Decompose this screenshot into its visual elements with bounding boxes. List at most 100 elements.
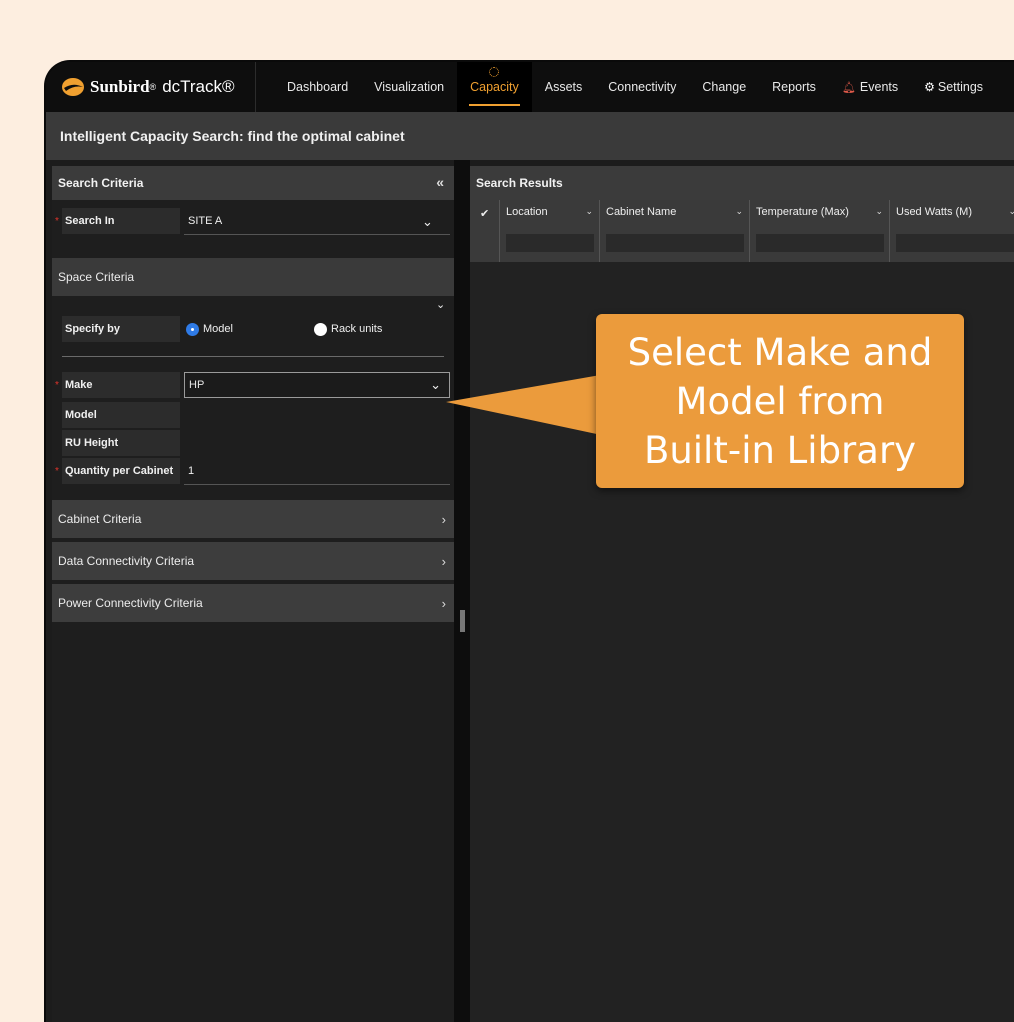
search-in-label: Search In (62, 208, 180, 234)
divider (184, 484, 450, 485)
cabinet-criteria-section[interactable]: Cabinet Criteria › (52, 500, 454, 538)
column-filter-input[interactable] (606, 234, 744, 252)
radio-selected-icon (186, 322, 199, 336)
radio-unselected-icon (314, 322, 327, 336)
nav-label: Settings (937, 80, 984, 94)
nav-visualization[interactable]: Visualization (361, 62, 457, 112)
panel-title: Search Criteria (58, 176, 144, 190)
nav-label: Events (859, 80, 899, 94)
nav-change[interactable]: Change (689, 62, 759, 112)
chevron-down-icon: ⌄ (735, 206, 743, 216)
column-filter-input[interactable] (756, 234, 884, 252)
main-nav: Dashboard Visualization Capacity Assets … (274, 62, 996, 112)
nav-events[interactable]: 🔔︎ Events (829, 62, 911, 112)
ru-height-label: RU Height (62, 430, 180, 456)
quantity-label: Quantity per Cabinet (62, 458, 180, 484)
make-value: HP (189, 379, 205, 391)
brand-reg: ® (149, 82, 157, 92)
model-row: Model (52, 402, 180, 428)
nav-label: Reports (772, 80, 816, 94)
sunbird-logo-icon (62, 78, 84, 96)
nav-connectivity[interactable]: Connectivity (595, 62, 689, 112)
nav-assets[interactable]: Assets (532, 62, 596, 112)
nav-dashboard[interactable]: Dashboard (274, 62, 361, 112)
column-title: Location (506, 206, 548, 218)
column-filter-input[interactable] (896, 234, 1014, 252)
space-criteria-section[interactable]: Space Criteria (52, 258, 454, 296)
column-location[interactable]: Location ⌄ (500, 200, 600, 262)
column-filter-input[interactable] (506, 234, 594, 252)
section-title: Cabinet Criteria (58, 512, 142, 526)
power-connectivity-section[interactable]: Power Connectivity Criteria › (52, 584, 454, 622)
callout-line: Built-in Library (643, 428, 917, 472)
section-title: Space Criteria (58, 270, 135, 284)
required-icon: * (55, 465, 59, 477)
section-title: Data Connectivity Criteria (58, 554, 195, 568)
chevron-down-icon[interactable]: ⌄ (422, 214, 433, 230)
radio-label: Rack units (331, 323, 383, 335)
make-select[interactable]: HP ⌄ (184, 372, 450, 398)
callout-box: Select Make and Model from Built-in Libr… (596, 314, 964, 488)
chevron-right-icon: › (441, 595, 446, 611)
radio-rack-units[interactable]: Rack units (314, 316, 382, 342)
radio-model[interactable]: Model (186, 316, 233, 342)
search-in-select[interactable]: SITE A (188, 208, 222, 234)
column-title: Temperature (Max) (756, 206, 849, 218)
collapse-left-icon[interactable]: « (436, 174, 444, 190)
chevron-down-icon: ⌄ (1008, 206, 1014, 217)
nav-label: Dashboard (287, 80, 349, 94)
required-icon: * (55, 379, 59, 391)
search-results-panel: Search Results ✔ Location ⌄ Cabinet Name… (470, 166, 1014, 1022)
nav-label: Connectivity (608, 80, 677, 94)
required-icon: * (55, 215, 59, 227)
make-label: Make (62, 372, 180, 398)
data-connectivity-section[interactable]: Data Connectivity Criteria › (52, 542, 454, 580)
column-temperature[interactable]: Temperature (Max) ⌄ (750, 200, 890, 262)
ru-height-row: RU Height (52, 430, 180, 456)
chevron-down-icon: ⌄ (585, 206, 593, 216)
nav-label: Capacity (470, 80, 519, 94)
chevron-down-icon: ⌄ (875, 206, 883, 216)
checkmark-icon: ✔ (480, 208, 490, 220)
nav-capacity[interactable]: Capacity (457, 62, 532, 112)
results-grid-header: ✔ Location ⌄ Cabinet Name ⌄ Temperature … (470, 200, 1014, 262)
column-used-watts[interactable]: Used Watts (M) ⌄ (890, 200, 1014, 262)
page-title: Intelligent Capacity Search: find the op… (46, 112, 1014, 160)
callout-line: Model from (675, 379, 885, 423)
panel-title: Search Results (476, 176, 563, 190)
panel-splitter[interactable] (454, 160, 470, 1022)
radio-label: Model (203, 323, 233, 335)
quantity-input[interactable]: 1 (188, 458, 194, 484)
chevron-down-icon[interactable]: ⌄ (436, 298, 445, 311)
drag-handle[interactable] (460, 610, 465, 632)
nav-label: Assets (544, 80, 583, 94)
nav-reports[interactable]: Reports (759, 62, 829, 112)
search-criteria-panel: Search Criteria « * Search In SITE A ⌄ S… (52, 166, 454, 1022)
chevron-down-icon: ⌄ (430, 377, 441, 392)
column-cabinet-name[interactable]: Cabinet Name ⌄ (600, 200, 750, 262)
divider (184, 234, 450, 235)
nav-label: Visualization (374, 80, 445, 94)
bell-icon: 🔔︎ (841, 81, 856, 94)
brand[interactable]: Sunbird ® dcTrack® (46, 62, 256, 112)
gear-icon: ⚙ (924, 80, 935, 94)
top-nav: Sunbird ® dcTrack® Dashboard Visualizati… (46, 62, 1014, 112)
select-all-column[interactable]: ✔ (470, 200, 500, 262)
nav-label: Change (702, 80, 747, 94)
make-row: * Make (52, 372, 180, 398)
chevron-right-icon: › (441, 511, 446, 527)
callout-line: Select Make and (627, 330, 933, 374)
product-name: dcTrack® (162, 77, 235, 96)
nav-settings[interactable]: ⚙ Settings (911, 62, 996, 112)
model-label: Model (62, 402, 180, 428)
specify-by-label: Specify by (62, 316, 180, 342)
app-window: Sunbird ® dcTrack® Dashboard Visualizati… (44, 60, 1014, 1022)
callout-text: Select Make and Model from Built-in Libr… (600, 328, 960, 475)
loading-spinner-icon (489, 67, 500, 77)
search-in-row: * Search In (52, 208, 180, 234)
column-title: Used Watts (M) (896, 206, 972, 218)
search-results-header: Search Results (470, 166, 1014, 200)
quantity-row: * Quantity per Cabinet (52, 458, 180, 484)
column-title: Cabinet Name (606, 206, 677, 218)
section-title: Power Connectivity Criteria (58, 596, 203, 610)
